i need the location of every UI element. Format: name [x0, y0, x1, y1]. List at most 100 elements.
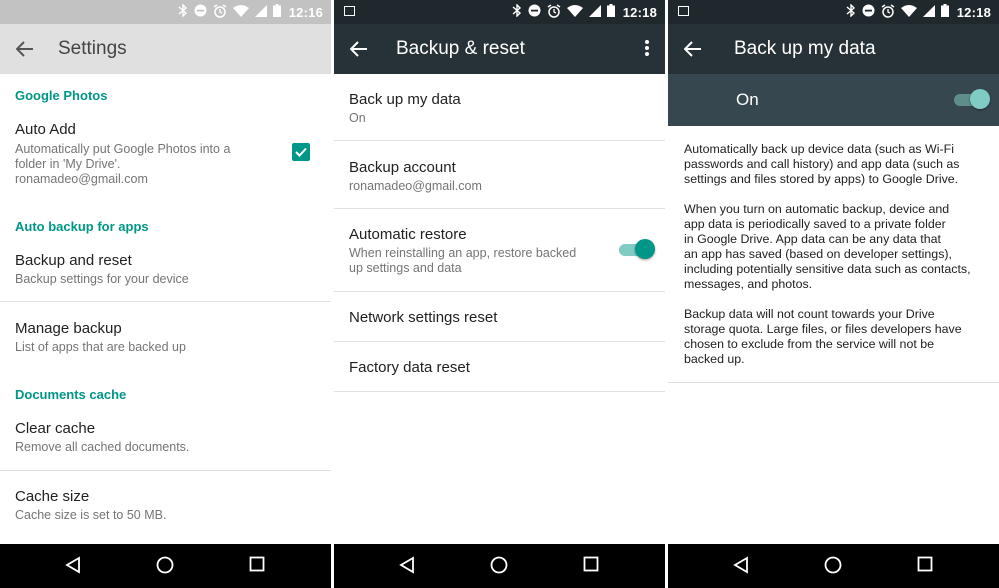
status-time: 12:18 — [622, 4, 657, 20]
status-bar: 12:16 — [0, 0, 331, 24]
pref-title: Cache size — [15, 488, 90, 505]
gallery-notification-icon — [344, 6, 355, 16]
more-options-icon[interactable] — [645, 40, 649, 58]
settings-screen: 12:16 Settings Google Photos Auto Add Au… — [0, 0, 331, 588]
automatic-restore-switch[interactable] — [619, 239, 655, 261]
pref-summary: ronamadeo@gmail.com — [349, 179, 482, 193]
pref-factory-data-reset[interactable]: Factory data reset — [334, 359, 665, 376]
summary-line: Automatically put Google Photos into a — [15, 142, 231, 156]
pref-cache-size[interactable]: Cache size Cache size is set to 50 MB. — [0, 488, 331, 523]
divider — [334, 208, 665, 209]
divider — [668, 382, 999, 383]
pref-backup-account[interactable]: Backup account ronamadeo@gmail.com — [334, 159, 665, 194]
category-documents-cache: Documents cache — [15, 387, 127, 402]
back-up-switch[interactable] — [954, 89, 990, 111]
navigation-bar — [0, 544, 331, 588]
master-switch-bar[interactable]: On — [668, 74, 999, 126]
do-not-disturb-icon — [528, 4, 541, 20]
back-nav-icon[interactable] — [64, 556, 82, 579]
text-line: in Google Drive. App data can be any dat… — [684, 232, 941, 246]
wifi-icon — [900, 4, 917, 20]
recents-nav-icon[interactable] — [249, 556, 265, 577]
home-nav-icon[interactable] — [490, 556, 508, 579]
signal-icon — [254, 4, 267, 20]
pref-manage-backup[interactable]: Manage backup List of apps that are back… — [0, 320, 331, 355]
text-line: app data is periodically saved to a priv… — [684, 217, 946, 231]
summary-line: When reinstalling an app, restore backed — [349, 246, 577, 260]
bluetooth-icon — [178, 3, 188, 20]
text-line: messages, and photos. — [684, 277, 813, 291]
wifi-icon — [566, 4, 583, 20]
text-line: When you turn on automatic backup, devic… — [684, 202, 950, 216]
do-not-disturb-icon — [862, 4, 875, 20]
text-line: storage quota. Large files, or files dev… — [684, 322, 962, 336]
toolbar: Settings — [0, 24, 331, 74]
page-title: Back up my data — [734, 38, 876, 59]
back-arrow-icon[interactable] — [350, 41, 374, 57]
back-nav-icon[interactable] — [398, 556, 416, 579]
wifi-icon — [232, 4, 249, 20]
home-nav-icon[interactable] — [824, 556, 842, 579]
status-bar: 12:18 — [334, 0, 665, 24]
page-title: Backup & reset — [396, 38, 525, 59]
divider — [334, 140, 665, 141]
signal-icon — [588, 4, 601, 20]
pref-auto-add[interactable]: Auto Add Automatically put Google Photos… — [0, 121, 331, 187]
pref-summary: On — [349, 111, 366, 125]
pref-title: Backup and reset — [15, 252, 132, 269]
switch-thumb — [635, 239, 655, 259]
summary-line: up settings and data — [349, 261, 462, 275]
backup-reset-screen: 12:18 Backup & reset Back up my data On … — [334, 0, 665, 588]
pref-title: Automatic restore — [349, 226, 467, 243]
text-line: settings and files stored by apps) to Go… — [684, 172, 959, 186]
home-nav-icon[interactable] — [156, 556, 174, 579]
battery-icon — [272, 4, 281, 20]
pref-back-up-my-data[interactable]: Back up my data On — [334, 91, 665, 126]
toolbar: Back up my data — [668, 24, 999, 74]
status-time: 12:16 — [288, 4, 323, 20]
gallery-notification-icon — [678, 6, 689, 16]
back-up-my-data-screen: 12:18 Back up my data On Automatically b… — [668, 0, 999, 588]
pref-backup-and-reset[interactable]: Backup and reset Backup settings for you… — [0, 252, 331, 287]
back-arrow-icon[interactable] — [16, 41, 40, 57]
divider — [334, 341, 665, 342]
description-paragraph: When you turn on automatic backup, devic… — [684, 202, 984, 292]
alarm-icon — [213, 3, 227, 21]
summary-line: folder in 'My Drive'. — [15, 157, 121, 171]
text-line: Automatically back up device data (such … — [684, 142, 954, 156]
auto-add-checkbox[interactable] — [292, 143, 310, 161]
recents-nav-icon[interactable] — [583, 556, 599, 577]
back-arrow-icon[interactable] — [684, 41, 708, 57]
toolbar: Backup & reset — [334, 24, 665, 74]
text-line: including potentially sensitive data suc… — [684, 262, 971, 276]
recents-nav-icon[interactable] — [917, 556, 933, 577]
pref-clear-cache[interactable]: Clear cache Remove all cached documents. — [0, 420, 331, 455]
summary-line: ronamadeo@gmail.com — [15, 172, 148, 186]
text-line: chosen to exclude from the service will … — [684, 337, 935, 351]
pref-title: Back up my data — [349, 91, 461, 108]
alarm-icon — [547, 3, 561, 21]
pref-summary: Automatically put Google Photos into a f… — [15, 142, 331, 187]
back-nav-icon[interactable] — [732, 556, 750, 579]
divider — [0, 301, 331, 302]
description-paragraph: Automatically back up device data (such … — [684, 142, 984, 187]
bluetooth-icon — [846, 3, 856, 20]
pref-title: Backup account — [349, 159, 456, 176]
battery-icon — [940, 4, 949, 20]
pref-title: Factory data reset — [349, 359, 470, 376]
pref-automatic-restore[interactable]: Automatic restore When reinstalling an a… — [334, 226, 665, 276]
alarm-icon — [881, 3, 895, 21]
description-paragraph: Backup data will not count towards your … — [684, 307, 984, 367]
battery-icon — [606, 4, 615, 20]
pref-title: Clear cache — [15, 420, 96, 437]
navigation-bar — [334, 544, 665, 588]
pref-summary: Cache size is set to 50 MB. — [15, 508, 167, 522]
pref-summary: Remove all cached documents. — [15, 440, 190, 454]
pref-network-settings-reset[interactable]: Network settings reset — [334, 309, 665, 326]
switch-thumb — [970, 89, 990, 109]
pref-title: Auto Add — [15, 121, 76, 138]
category-auto-backup: Auto backup for apps — [15, 219, 149, 234]
status-bar: 12:18 — [668, 0, 999, 24]
navigation-bar — [668, 544, 999, 588]
divider — [334, 391, 665, 392]
